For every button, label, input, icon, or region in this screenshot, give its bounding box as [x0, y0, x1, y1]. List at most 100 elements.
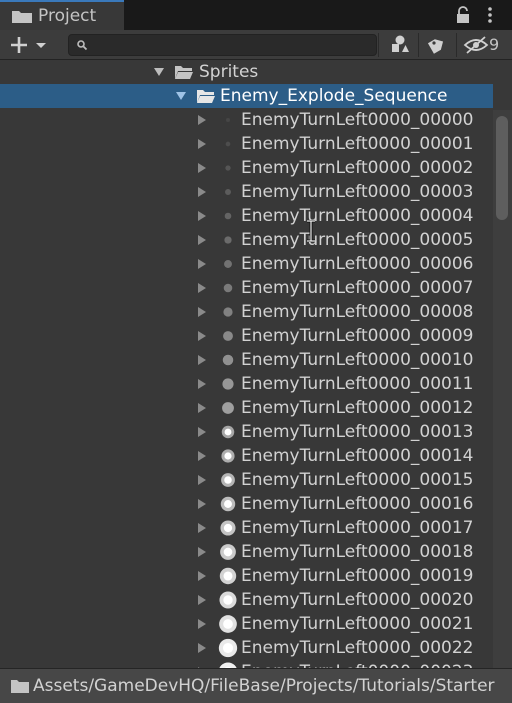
- expand-arrow-icon[interactable]: [176, 91, 186, 101]
- sprite-icon: [223, 307, 233, 317]
- collapsed-arrow-icon[interactable]: [197, 451, 207, 461]
- tree-item[interactable]: EnemyTurnLeft0000_00000: [0, 108, 493, 132]
- collapsed-arrow-icon[interactable]: [197, 307, 207, 317]
- tree-item[interactable]: EnemyTurnLeft0000_00007: [0, 276, 493, 300]
- tree-item[interactable]: EnemyTurnLeft0000_00003: [0, 180, 493, 204]
- collapsed-arrow-icon[interactable]: [197, 283, 207, 293]
- collapsed-arrow-icon[interactable]: [197, 403, 207, 413]
- tree-item-label: EnemyTurnLeft0000_00019: [241, 566, 474, 586]
- tree-item-label: EnemyTurnLeft0000_00023: [241, 660, 473, 668]
- sprite-icon: [224, 236, 232, 244]
- toolbar-separator: [378, 33, 379, 57]
- collapsed-arrow-icon[interactable]: [197, 379, 207, 389]
- tree-folder-enemy-explode-sequence[interactable]: Enemy_Explode_Sequence: [0, 84, 493, 108]
- more-options-icon[interactable]: [485, 6, 495, 24]
- collapsed-arrow-icon[interactable]: [197, 235, 207, 245]
- tree-item-label: EnemyTurnLeft0000_00012: [241, 398, 474, 418]
- tree-item-label: EnemyTurnLeft0000_00021: [241, 614, 474, 634]
- collapsed-arrow-icon[interactable]: [197, 427, 207, 437]
- tree-item-label: EnemyTurnLeft0000_00014: [241, 446, 474, 466]
- tree-item-label: EnemyTurnLeft0000_00016: [241, 494, 474, 514]
- collapsed-arrow-icon[interactable]: [197, 115, 207, 125]
- collapsed-arrow-icon[interactable]: [197, 499, 207, 509]
- tree-item-label: EnemyTurnLeft0000_00005: [241, 230, 474, 250]
- open-folder-icon: [175, 66, 193, 79]
- project-tree: Sprites Enemy_Explode_Sequence EnemyTurn…: [0, 60, 493, 668]
- sprite-icon: [221, 473, 235, 487]
- tree-item[interactable]: EnemyTurnLeft0000_00015: [0, 468, 493, 492]
- sprite-icon: [219, 615, 237, 633]
- sprite-icon: [225, 141, 231, 147]
- tree-item[interactable]: EnemyTurnLeft0000_00013: [0, 420, 493, 444]
- project-toolbar: 9: [0, 30, 512, 60]
- vertical-scrollbar[interactable]: [493, 110, 512, 668]
- collapsed-arrow-icon[interactable]: [197, 259, 207, 269]
- tree-item-label: EnemyTurnLeft0000_00020: [241, 590, 474, 610]
- tree-item[interactable]: EnemyTurnLeft0000_00011: [0, 372, 493, 396]
- collapsed-arrow-icon[interactable]: [197, 139, 207, 149]
- collapsed-arrow-icon[interactable]: [197, 331, 207, 341]
- create-button[interactable]: [8, 34, 52, 56]
- sprite-icon: [223, 331, 233, 341]
- tree-item-label: EnemyTurnLeft0000_00007: [241, 278, 474, 298]
- collapsed-arrow-icon[interactable]: [197, 643, 207, 653]
- tree-item-label: EnemyTurnLeft0000_00009: [241, 326, 474, 346]
- tree-item[interactable]: EnemyTurnLeft0000_00001: [0, 132, 493, 156]
- collapsed-arrow-icon[interactable]: [197, 211, 207, 221]
- tree-item-label: EnemyTurnLeft0000_00022: [241, 638, 474, 658]
- tree-item-label: EnemyTurnLeft0000_00017: [241, 518, 474, 538]
- tree-item[interactable]: EnemyTurnLeft0000_00014: [0, 444, 493, 468]
- tree-item-label: EnemyTurnLeft0000_00006: [241, 254, 474, 274]
- tree-item-label: EnemyTurnLeft0000_00002: [241, 158, 474, 178]
- hidden-packages-icon[interactable]: [462, 33, 490, 57]
- sprite-icon: [221, 425, 235, 439]
- tree-item[interactable]: EnemyTurnLeft0000_00019: [0, 564, 493, 588]
- tree-item[interactable]: EnemyTurnLeft0000_00005: [0, 228, 493, 252]
- search-by-type-icon[interactable]: [385, 33, 415, 57]
- tree-item[interactable]: EnemyTurnLeft0000_00018: [0, 540, 493, 564]
- search-icon: [77, 40, 88, 51]
- tree-item[interactable]: EnemyTurnLeft0000_00002: [0, 156, 493, 180]
- tree-item[interactable]: EnemyTurnLeft0000_00004: [0, 204, 493, 228]
- search-field[interactable]: [68, 34, 377, 56]
- collapsed-arrow-icon[interactable]: [197, 355, 207, 365]
- collapsed-arrow-icon[interactable]: [197, 163, 207, 173]
- collapsed-arrow-icon[interactable]: [197, 475, 207, 485]
- tree-folder-sprites[interactable]: Sprites: [0, 60, 493, 84]
- tree-item[interactable]: EnemyTurnLeft0000_00022: [0, 636, 493, 660]
- tree-item[interactable]: EnemyTurnLeft0000_00017: [0, 516, 493, 540]
- sprite-icon: [219, 567, 237, 585]
- collapsed-arrow-icon[interactable]: [197, 187, 207, 197]
- collapsed-arrow-icon[interactable]: [197, 547, 207, 557]
- tree-item[interactable]: EnemyTurnLeft0000_00009: [0, 324, 493, 348]
- tree-item[interactable]: EnemyTurnLeft0000_00008: [0, 300, 493, 324]
- toolbar-separator: [456, 33, 457, 57]
- tree-item[interactable]: EnemyTurnLeft0000_00012: [0, 396, 493, 420]
- search-by-label-icon[interactable]: [424, 33, 450, 57]
- tree-item[interactable]: EnemyTurnLeft0000_00020: [0, 588, 493, 612]
- collapsed-arrow-icon[interactable]: [197, 571, 207, 581]
- tree-item-label: EnemyTurnLeft0000_00008: [241, 302, 474, 322]
- sprite-icon: [225, 189, 231, 195]
- tab-project[interactable]: Project: [0, 0, 124, 30]
- scrollbar-thumb[interactable]: [496, 116, 508, 220]
- sprite-icon: [220, 520, 236, 536]
- tree-item[interactable]: EnemyTurnLeft0000_00010: [0, 348, 493, 372]
- asset-path[interactable]: Assets/GameDevHQ/FileBase/Projects/Tutor…: [33, 674, 495, 698]
- tree-item[interactable]: EnemyTurnLeft0000_00016: [0, 492, 493, 516]
- tree-item[interactable]: EnemyTurnLeft0000_00006: [0, 252, 493, 276]
- folder-icon: [12, 11, 32, 23]
- collapsed-arrow-icon[interactable]: [197, 619, 207, 629]
- tree-item-label: EnemyTurnLeft0000_00011: [241, 374, 474, 394]
- collapsed-arrow-icon[interactable]: [197, 523, 207, 533]
- tree-item[interactable]: EnemyTurnLeft0000_00021: [0, 612, 493, 636]
- tree-item[interactable]: EnemyTurnLeft0000_00023: [0, 660, 493, 668]
- hidden-packages-count: 9: [489, 35, 500, 54]
- tree-item-label: EnemyTurnLeft0000_00004: [241, 206, 474, 226]
- lock-icon[interactable]: [455, 5, 471, 25]
- tree-folder-label: Sprites: [199, 62, 259, 82]
- sprite-icon: [226, 118, 230, 122]
- expand-arrow-icon[interactable]: [154, 67, 164, 77]
- collapsed-arrow-icon[interactable]: [197, 595, 207, 605]
- tab-bar: Project: [0, 0, 512, 30]
